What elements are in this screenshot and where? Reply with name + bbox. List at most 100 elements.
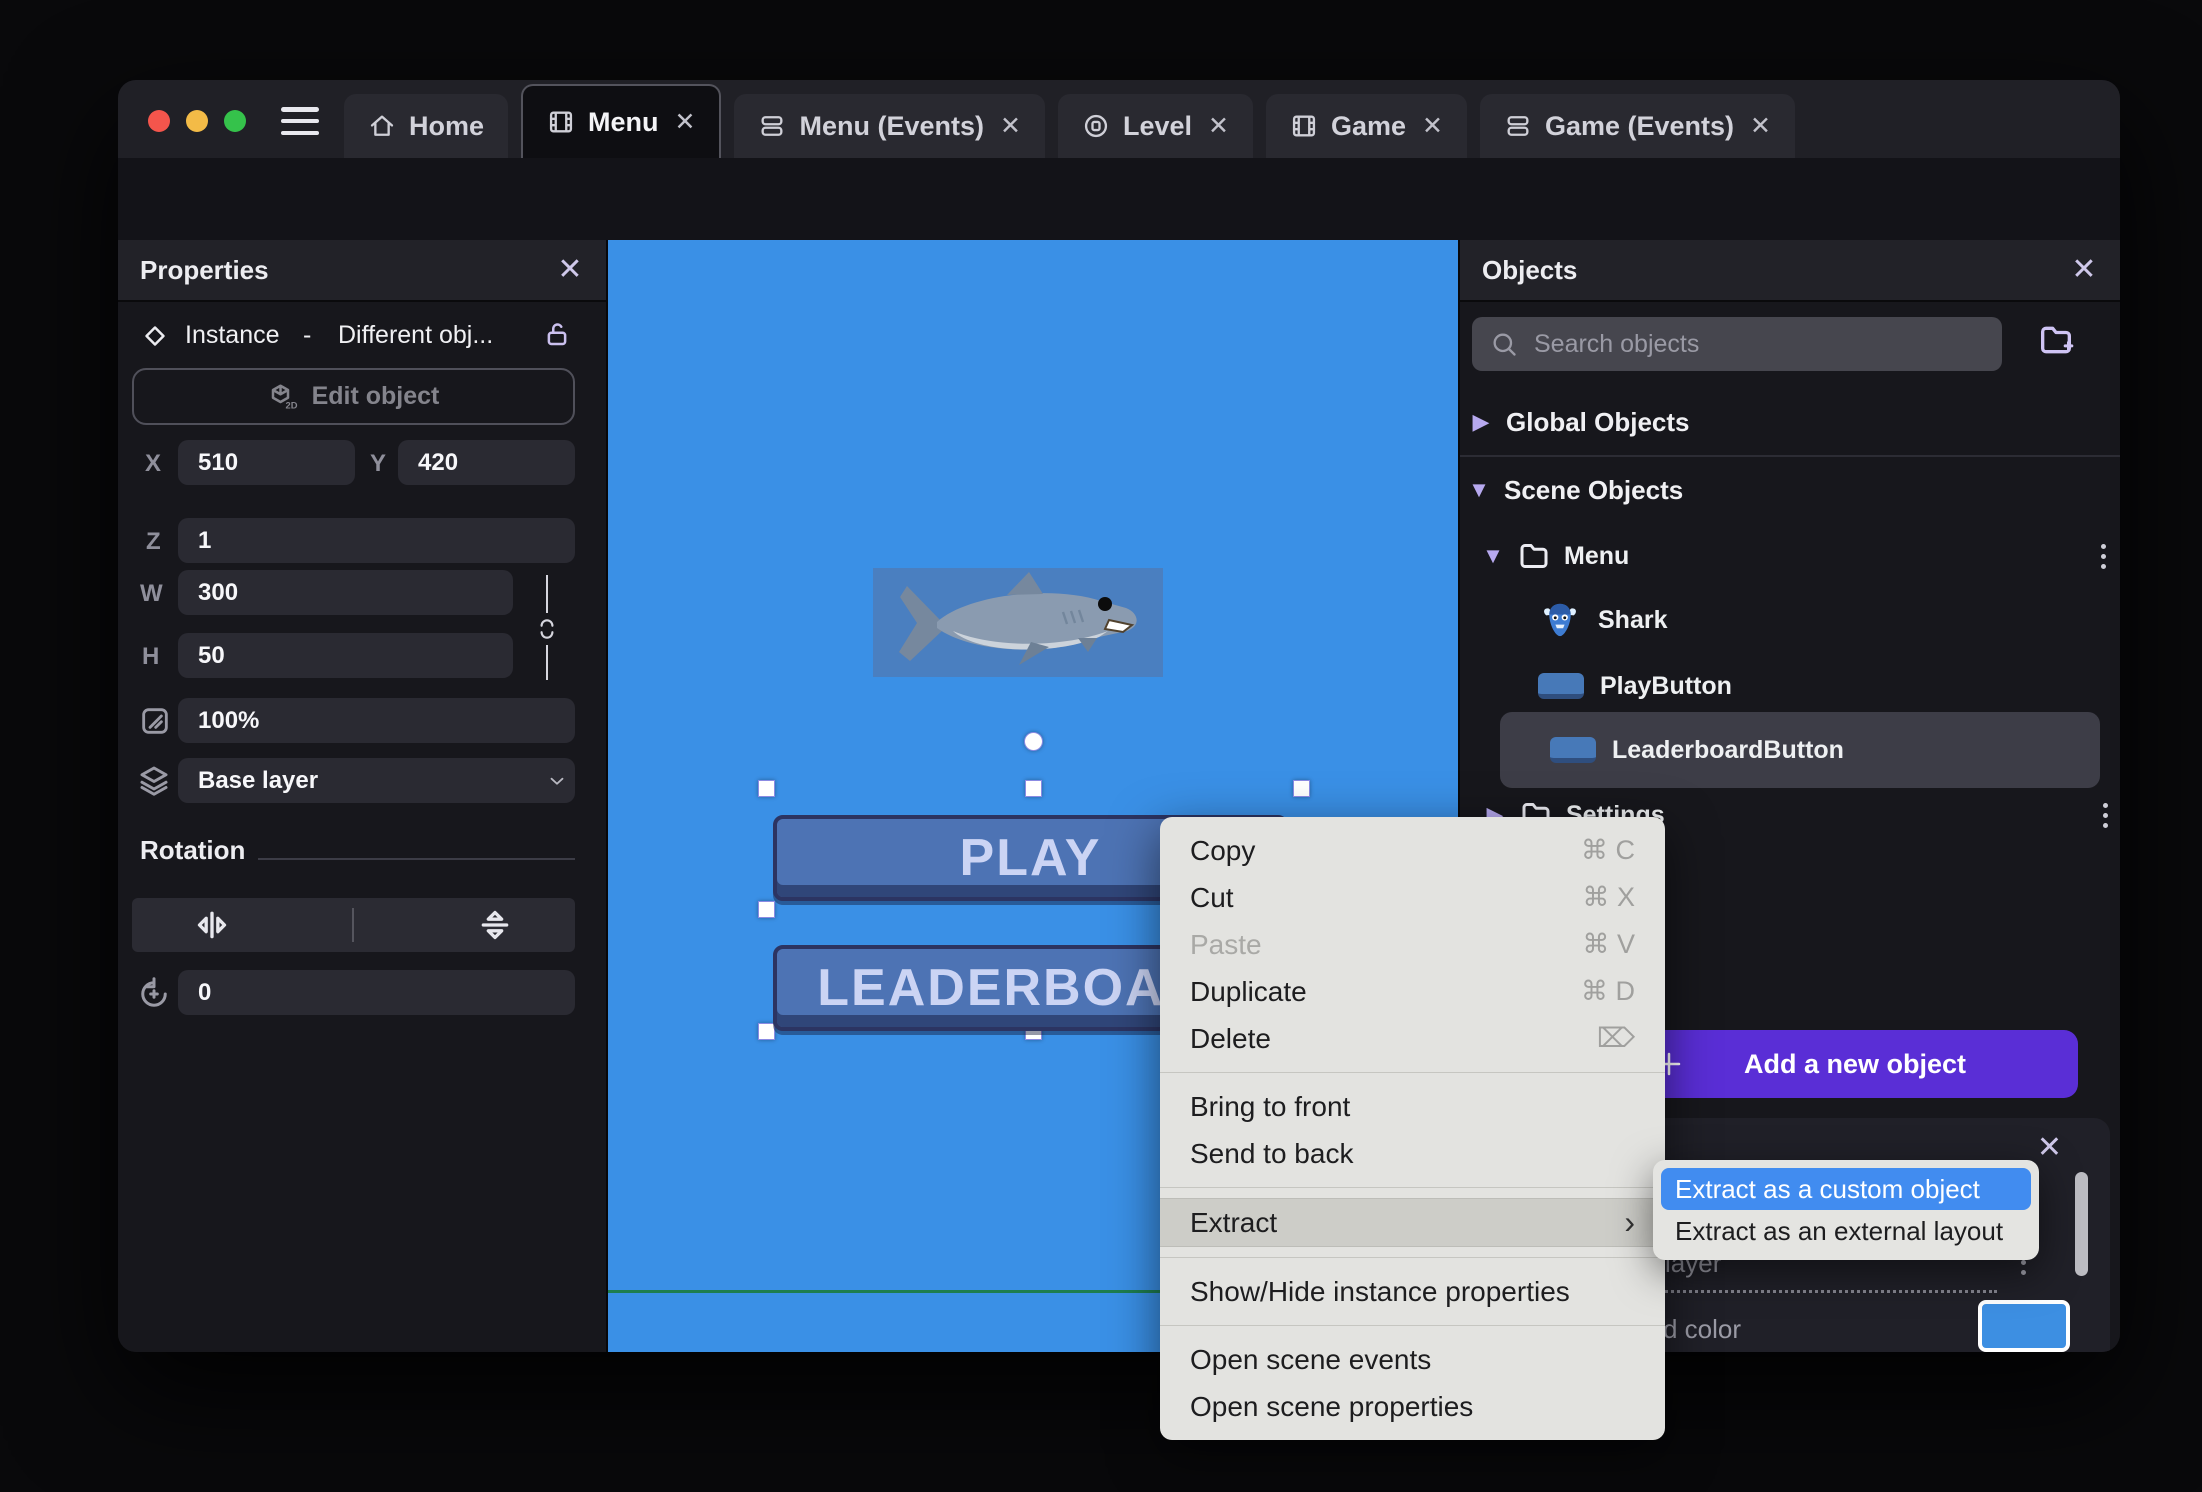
rotate-handle[interactable] — [1024, 732, 1043, 751]
level-icon — [1084, 114, 1108, 138]
search-icon — [1493, 333, 1516, 356]
link-dimensions-icon[interactable] — [534, 616, 560, 642]
tab-menu[interactable]: Menu ✕ — [521, 84, 722, 158]
shark-sprite[interactable] — [873, 568, 1163, 677]
menu-item-open-scene-events[interactable]: Open scene events — [1160, 1336, 1665, 1383]
objects-title: Objects — [1482, 255, 1578, 285]
close-tab-icon[interactable]: ✕ — [1750, 111, 1771, 141]
layer-select[interactable]: Base layer — [178, 758, 575, 803]
close-tab-icon[interactable]: ✕ — [1208, 111, 1229, 141]
selection-handle-top-right[interactable] — [1293, 780, 1310, 797]
tab-label: Level — [1122, 110, 1192, 141]
minimize-window-button[interactable] — [186, 110, 208, 132]
selection-handle-top-center[interactable] — [1025, 780, 1042, 797]
menu-item-delete[interactable]: Delete ⌦ — [1160, 1015, 1665, 1062]
tab-game[interactable]: Game ✕ — [1265, 94, 1467, 158]
menu-item-show-hide-instance-properties[interactable]: Show/Hide instance properties — [1160, 1268, 1665, 1315]
unlock-icon[interactable] — [542, 319, 572, 349]
tab-home[interactable]: Home — [344, 94, 509, 158]
tree-item-leaderboardbutton[interactable]: LeaderboardButton — [1460, 722, 2120, 778]
tree-item-playbutton[interactable]: PlayButton — [1460, 658, 2120, 714]
close-icon[interactable]: ✕ — [550, 240, 590, 300]
close-icon[interactable]: ✕ — [2064, 240, 2104, 300]
add-folder-icon[interactable] — [2036, 320, 2076, 360]
submenu-item-extract-custom-object[interactable]: Extract as a custom object — [1661, 1168, 2031, 1210]
tab-level[interactable]: Level ✕ — [1057, 94, 1253, 158]
maximize-window-button[interactable] — [224, 110, 246, 132]
global-objects-label: Global Objects — [1506, 406, 1690, 437]
close-tab-icon[interactable]: ✕ — [1422, 111, 1443, 141]
properties-title: Properties — [140, 255, 269, 285]
close-tab-icon[interactable]: ✕ — [1000, 111, 1021, 141]
menu-item-cut[interactable]: Cut ⌘ X — [1160, 874, 1665, 921]
tree-folder-menu[interactable]: ▼ Menu — [1460, 528, 2120, 584]
global-objects-section[interactable]: ▶ Global Objects — [1460, 400, 2120, 444]
title-bar: Home Menu ✕ Menu (Events) ✕ Level ✕ Game… — [118, 80, 2120, 158]
instance-kind-label: Instance — [185, 321, 280, 349]
x-label: X — [145, 450, 162, 477]
selection-handle-middle-left[interactable] — [758, 901, 775, 918]
opacity-field[interactable]: 100% — [178, 698, 575, 743]
tab-label: Menu — [588, 106, 659, 137]
tab-label: Menu (Events) — [799, 110, 984, 141]
tab-game-events[interactable]: Game (Events) ✕ — [1479, 94, 1795, 158]
kebab-menu-icon[interactable] — [2103, 802, 2108, 828]
hamburger-menu-icon[interactable] — [281, 107, 319, 135]
home-icon — [370, 115, 394, 136]
background-color-swatch[interactable] — [1978, 1300, 2070, 1352]
tree-item-label: Menu — [1564, 541, 1630, 570]
menu-item-extract[interactable]: Extract › — [1160, 1198, 1665, 1247]
close-icon[interactable]: ✕ — [2037, 1130, 2062, 1165]
link-line-bottom — [546, 645, 548, 680]
scene-objects-label: Scene Objects — [1504, 474, 1684, 505]
edit-object-button[interactable]: 2D Edit object — [132, 368, 575, 425]
flip-vertical-icon[interactable] — [475, 905, 515, 945]
add-object-label: Add a new object — [1743, 1048, 1967, 1079]
kebab-menu-icon[interactable] — [2101, 543, 2106, 569]
tab-label: Home — [409, 110, 485, 141]
menu-item-open-scene-properties[interactable]: Open scene properties — [1160, 1383, 1665, 1430]
section-divider — [1460, 455, 2120, 457]
y-field[interactable]: 420 — [398, 440, 575, 485]
selection-handle-bottom-left[interactable] — [758, 1023, 775, 1040]
scrollbar-thumb[interactable] — [2075, 1172, 2088, 1276]
caret-down-icon: ▼ — [1468, 477, 1490, 502]
z-field[interactable]: 1 — [178, 518, 575, 563]
dotted-divider — [1660, 1290, 1997, 1293]
submenu-item-extract-external-layout[interactable]: Extract as an external layout — [1661, 1210, 2031, 1252]
menu-item-send-to-back[interactable]: Send to back — [1160, 1130, 1665, 1177]
add-new-object-button[interactable]: Add a new object — [1632, 1030, 2078, 1098]
selection-handle-top-left[interactable] — [758, 780, 775, 797]
rotation-field[interactable]: 0 — [178, 970, 575, 1015]
w-field[interactable]: 300 — [178, 570, 513, 615]
tab-menu-events[interactable]: Menu (Events) ✕ — [734, 94, 1045, 158]
tree-item-label: PlayButton — [1600, 671, 1732, 700]
rotation-icon — [141, 977, 167, 1007]
y-label: Y — [370, 450, 387, 477]
extract-submenu: Extract as a custom object Extract as an… — [1653, 1160, 2039, 1260]
search-objects-input[interactable]: Search objects — [1472, 317, 2002, 371]
kebab-menu-icon[interactable] — [2021, 1260, 2026, 1275]
tab-bar: Home Menu ✕ Menu (Events) ✕ Level ✕ Game… — [344, 84, 1795, 158]
close-tab-icon[interactable]: ✕ — [675, 107, 696, 137]
menu-item-bring-to-front[interactable]: Bring to front — [1160, 1083, 1665, 1130]
tab-label: Game (Events) — [1544, 110, 1735, 141]
x-field[interactable]: 510 — [178, 440, 355, 485]
shortcut: ⌘ V — [1582, 929, 1635, 959]
menu-item-duplicate[interactable]: Duplicate ⌘ D — [1160, 968, 1665, 1015]
search-placeholder: Search objects — [1534, 329, 1700, 358]
instance-target-label: Different obj... — [338, 321, 494, 349]
h-field[interactable]: 50 — [178, 633, 513, 678]
menu-item-copy[interactable]: Copy ⌘ C — [1160, 827, 1665, 874]
shark-image — [899, 572, 1137, 665]
menu-divider — [1160, 1257, 1665, 1258]
edit-object-cube-icon: 2D — [271, 384, 297, 410]
tree-item-shark[interactable]: Shark — [1460, 592, 2120, 648]
rotation-section-title: Rotation — [140, 835, 246, 865]
toolbar: Preview Share — [118, 158, 2120, 308]
folder-icon — [1520, 544, 1548, 568]
h-label: H — [142, 643, 160, 670]
close-window-button[interactable] — [148, 110, 170, 132]
flip-horizontal-icon[interactable] — [192, 905, 232, 945]
scene-objects-section[interactable]: ▼ Scene Objects — [1460, 468, 2120, 512]
